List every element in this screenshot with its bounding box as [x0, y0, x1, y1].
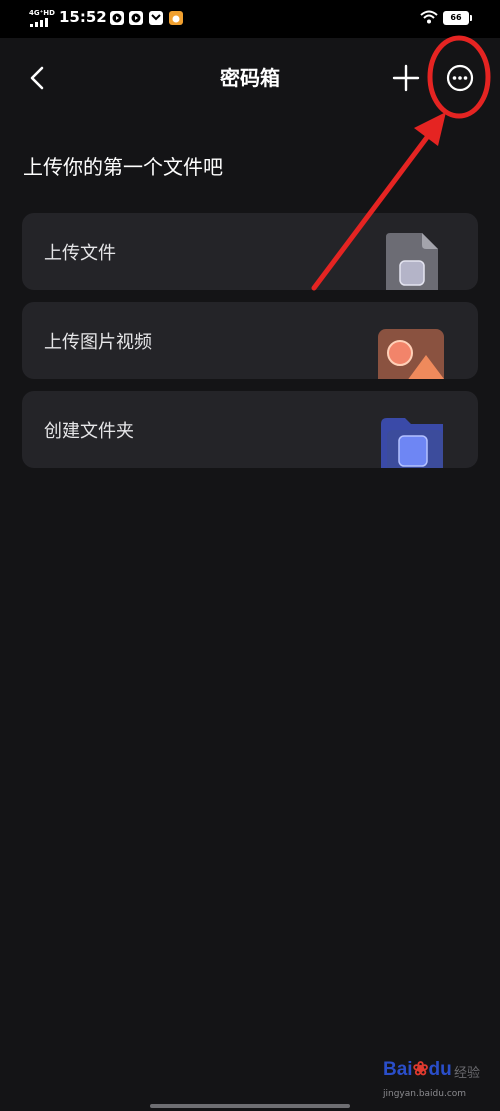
create-folder-card[interactable]: 创建文件夹 [22, 391, 478, 468]
page-title: 密码箱 [220, 66, 280, 90]
signal-icon [30, 18, 52, 27]
upload-photo-video-card[interactable]: 上传图片视频 [22, 302, 478, 379]
watermark-url: jingyan.baidu.com [383, 1089, 467, 1099]
empty-state-heading: 上传你的第一个文件吧 [23, 155, 223, 179]
more-button[interactable] [442, 60, 478, 96]
wifi-icon [420, 10, 438, 24]
chevron-left-icon [30, 66, 44, 90]
back-button[interactable] [22, 60, 56, 96]
file-icon [386, 233, 438, 290]
more-icon [446, 64, 474, 92]
card-label: 创建文件夹 [44, 421, 134, 442]
plus-icon [392, 64, 420, 92]
arrow-head [414, 112, 446, 146]
card-label: 上传图片视频 [44, 332, 152, 353]
network-type: 4G⁺HD [29, 9, 55, 17]
app-icon [169, 11, 183, 25]
home-indicator [150, 1104, 350, 1108]
watermark: Bai❀du 经验 jingyan.baidu.com [383, 1058, 495, 1104]
watermark-text: 经验 [454, 1066, 481, 1081]
baidu-logo: Bai❀du [383, 1059, 452, 1080]
folder-icon [381, 418, 443, 468]
status-time: 15:52 [59, 8, 107, 26]
play-icon [129, 11, 143, 25]
upload-file-card[interactable]: 上传文件 [22, 213, 478, 290]
image-icon [378, 329, 444, 379]
add-button[interactable] [388, 60, 424, 96]
card-label: 上传文件 [44, 243, 116, 264]
status-bar: 4G⁺HD 15:52 66 [0, 0, 500, 38]
battery-indicator: 66 [443, 11, 472, 25]
mail-icon [149, 11, 163, 25]
play-icon [110, 11, 124, 25]
